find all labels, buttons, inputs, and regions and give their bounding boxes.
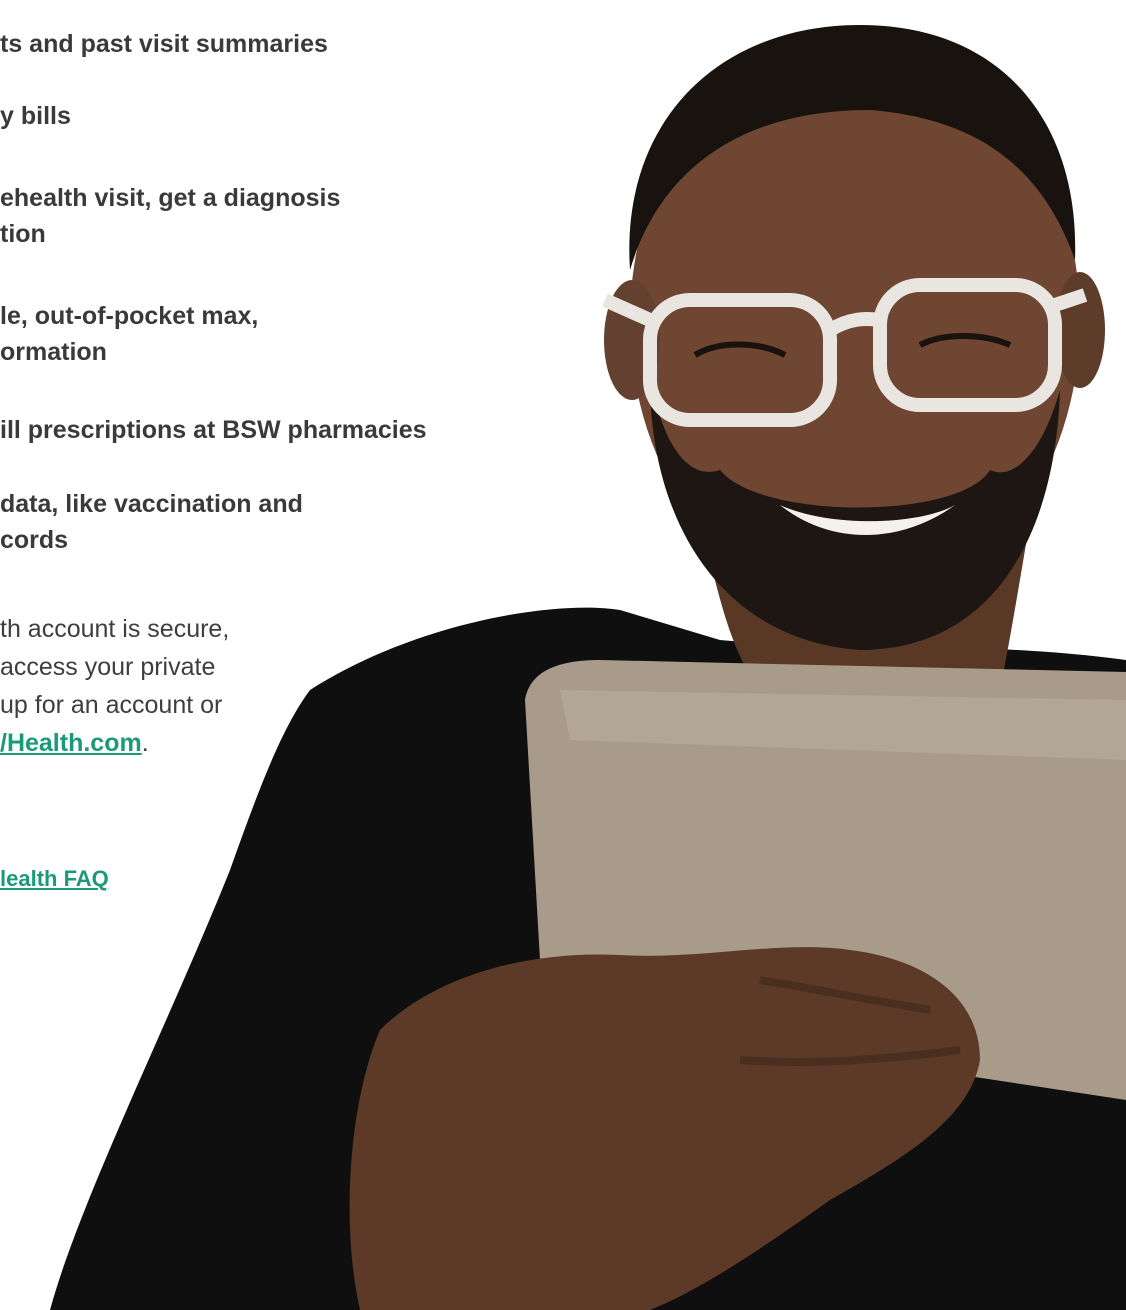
feature-visit-summaries: ts and past visit summaries <box>0 30 328 58</box>
note-line-1: th account is secure, <box>0 615 230 643</box>
feature-health-data: data, like vaccination and cords <box>0 490 303 554</box>
feature-pay-bills: y bills <box>0 102 71 130</box>
note-line-2: access your private <box>0 653 216 681</box>
security-note: th account is secure, access your privat… <box>0 610 229 762</box>
feature-telehealth: ehealth visit, get a diagnosis tion <box>0 184 341 248</box>
note-line-4: /Health.com. <box>0 729 149 757</box>
note-line-3: up for an account or <box>0 691 223 719</box>
feature-prescriptions: ill prescriptions at BSW pharmacies <box>0 416 427 444</box>
feature-deductible: le, out-of-pocket max, ormation <box>0 302 259 366</box>
mybsw-health-link[interactable]: /Health.com <box>0 729 142 757</box>
faq-link[interactable]: lealth FAQ <box>0 866 109 892</box>
